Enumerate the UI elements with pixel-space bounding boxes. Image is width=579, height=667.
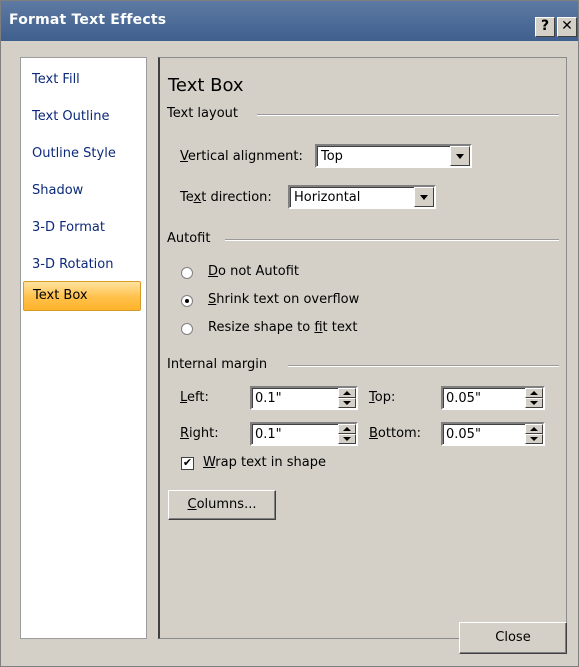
text-direction-value: Horizontal bbox=[294, 190, 361, 205]
nav-item-label: Shadow bbox=[32, 183, 84, 198]
spin-down-icon[interactable] bbox=[338, 398, 356, 408]
panel-heading: Text Box bbox=[168, 75, 244, 96]
nav-item-text-outline[interactable]: Text Outline bbox=[21, 105, 146, 129]
nav-item-label: 3-D Format bbox=[32, 220, 105, 235]
left-margin-spinner[interactable]: 0.1" bbox=[250, 386, 358, 410]
text-direction-dropdown[interactable]: Horizontal bbox=[288, 185, 436, 209]
autofit-group-label: Autofit bbox=[167, 231, 211, 246]
nav-item-label: Text Outline bbox=[32, 109, 110, 124]
right-margin-value: 0.1" bbox=[255, 427, 282, 442]
right-margin-spinner[interactable]: 0.1" bbox=[250, 422, 358, 446]
left-margin-value: 0.1" bbox=[255, 391, 282, 406]
close-icon: ✕ bbox=[561, 18, 573, 34]
spin-down-icon[interactable] bbox=[525, 434, 543, 444]
checkmark-icon: ✔ bbox=[182, 456, 193, 469]
group-divider bbox=[225, 239, 559, 241]
nav-item-3d-rotation[interactable]: 3-D Rotation bbox=[21, 253, 146, 277]
text-box-panel: Text Box Text layout Vertical alignment:… bbox=[158, 57, 567, 639]
dialog-title: Format Text Effects bbox=[9, 12, 167, 28]
nav-item-shadow[interactable]: Shadow bbox=[21, 179, 146, 203]
close-button-label: Close bbox=[495, 630, 531, 645]
do-not-autofit-label[interactable]: Do not Autofit bbox=[208, 264, 299, 279]
resize-shape-to-fit-text-radio[interactable] bbox=[181, 323, 193, 335]
nav-item-text-fill[interactable]: Text Fill bbox=[21, 68, 146, 92]
bottom-margin-value: 0.05" bbox=[446, 427, 481, 442]
vertical-alignment-dropdown[interactable]: Top bbox=[315, 144, 472, 168]
shrink-text-on-overflow-label[interactable]: Shrink text on overflow bbox=[208, 292, 359, 307]
spin-up-icon[interactable] bbox=[338, 424, 356, 434]
spin-up-icon[interactable] bbox=[338, 388, 356, 398]
resize-shape-to-fit-text-label[interactable]: Resize shape to fit text bbox=[208, 320, 357, 335]
title-bar[interactable]: Format Text Effects ? ✕ bbox=[1, 1, 578, 41]
group-divider bbox=[257, 114, 559, 116]
bottom-margin-spinner[interactable]: 0.05" bbox=[441, 422, 545, 446]
nav-item-label: Text Fill bbox=[32, 72, 80, 87]
columns-button[interactable]: Columns... bbox=[168, 490, 276, 520]
nav-item-label: Text Box bbox=[33, 288, 88, 303]
spin-up-icon[interactable] bbox=[525, 424, 543, 434]
group-divider bbox=[288, 365, 559, 367]
chevron-down-icon[interactable] bbox=[414, 187, 434, 207]
nav-item-text-box[interactable]: Text Box bbox=[23, 281, 141, 311]
vertical-alignment-value: Top bbox=[321, 149, 343, 164]
top-margin-value: 0.05" bbox=[446, 391, 481, 406]
top-margin-label: Top: bbox=[369, 390, 396, 405]
nav-item-3d-format[interactable]: 3-D Format bbox=[21, 216, 146, 240]
wrap-text-label[interactable]: Wrap text in shape bbox=[203, 455, 326, 470]
text-layout-group-label: Text layout bbox=[167, 106, 238, 121]
bottom-margin-label: Bottom: bbox=[369, 426, 422, 441]
wrap-text-checkbox[interactable]: ✔ bbox=[181, 457, 194, 470]
close-button[interactable]: Close bbox=[459, 622, 567, 654]
spin-up-icon[interactable] bbox=[525, 388, 543, 398]
top-margin-spinner[interactable]: 0.05" bbox=[441, 386, 545, 410]
category-list: Text Fill Text Outline Outline Style Sha… bbox=[20, 57, 147, 639]
shrink-text-on-overflow-radio[interactable] bbox=[181, 295, 193, 307]
help-button[interactable]: ? bbox=[535, 17, 555, 37]
spin-down-icon[interactable] bbox=[338, 434, 356, 444]
do-not-autofit-radio[interactable] bbox=[181, 267, 193, 279]
help-icon: ? bbox=[540, 18, 550, 34]
spin-down-icon[interactable] bbox=[525, 398, 543, 408]
nav-item-label: 3-D Rotation bbox=[32, 257, 114, 272]
format-text-effects-dialog: Format Text Effects ? ✕ Text Fill Text O… bbox=[0, 0, 579, 667]
right-margin-label: Right: bbox=[180, 426, 219, 441]
vertical-alignment-label: Vertical alignment: bbox=[180, 149, 303, 164]
nav-item-label: Outline Style bbox=[32, 146, 116, 161]
chevron-down-icon[interactable] bbox=[450, 146, 470, 166]
text-direction-label: Text direction: bbox=[180, 190, 272, 205]
left-margin-label: Left: bbox=[180, 390, 209, 405]
nav-item-outline-style[interactable]: Outline Style bbox=[21, 142, 146, 166]
internal-margin-group-label: Internal margin bbox=[167, 357, 268, 372]
title-close-button[interactable]: ✕ bbox=[557, 17, 577, 37]
columns-button-label: Columns... bbox=[187, 497, 257, 512]
